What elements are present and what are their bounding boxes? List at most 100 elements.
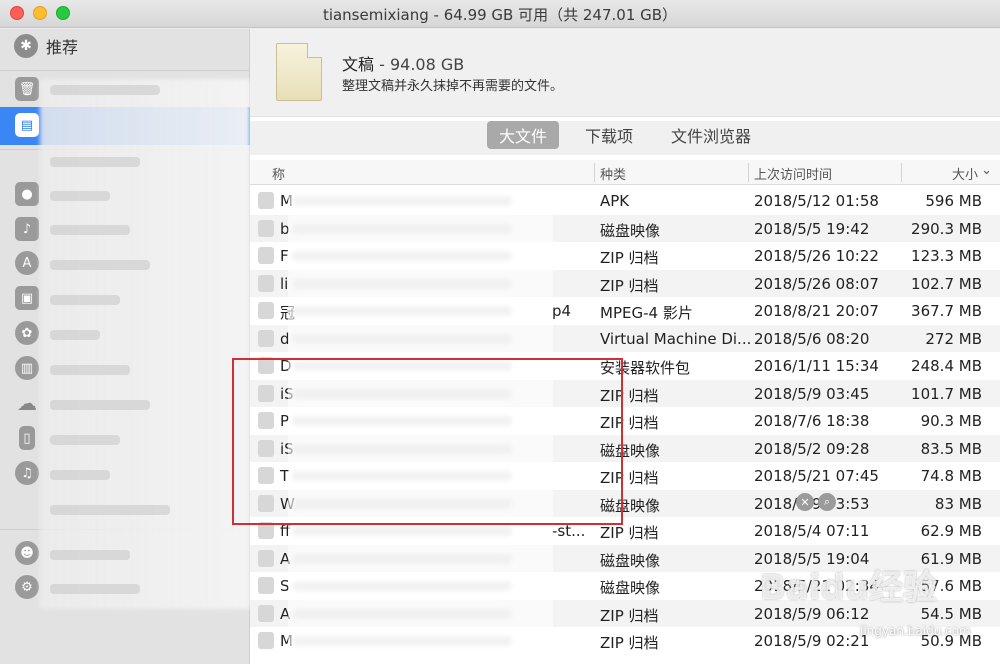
file-icon — [258, 632, 274, 649]
photo-booth-icon[interactable]: ▣ — [15, 286, 39, 310]
document-file-icon — [276, 43, 322, 101]
category-size: - 94.08 GB — [374, 55, 465, 74]
messages-icon[interactable]: ● — [15, 182, 39, 206]
ios-device-icon[interactable]: ▯ — [19, 426, 35, 450]
blurred-label — [50, 470, 110, 480]
title-bar: tiansemixiang - 64.99 GB 可用（共 247.01 GB） — [0, 0, 1000, 28]
blurred-label — [50, 295, 120, 305]
file-last-accessed: 2018/5/4 07:11 — [754, 522, 870, 540]
file-size: 290.3 MB — [911, 219, 982, 238]
file-kind: ZIP 归档 — [600, 606, 659, 625]
category-name: 文稿 — [342, 55, 375, 74]
blurred-label — [50, 225, 130, 235]
file-last-accessed: 2018/7/6 18:38 — [754, 412, 870, 430]
blurred-label — [50, 365, 130, 375]
sidebar-item-label: 推荐 — [46, 38, 79, 57]
window-title: tiansemixiang - 64.99 GB 可用（共 247.01 GB） — [322, 6, 678, 24]
file-size: 596 MB — [925, 192, 982, 210]
column-separator[interactable] — [594, 163, 595, 182]
blurred-label — [50, 435, 120, 445]
trash-icon[interactable]: 🗑 — [15, 77, 39, 101]
file-last-accessed: 2018/5/21 07:45 — [754, 467, 879, 485]
file-kind: Virtual Machine Di... — [600, 329, 752, 348]
file-kind: 磁盘映像 — [600, 579, 661, 597]
users-icon[interactable]: ☻ — [15, 541, 39, 565]
column-separator[interactable] — [748, 163, 749, 182]
file-size: 248.4 MB — [911, 357, 982, 375]
sidebar-divider — [0, 70, 250, 71]
table-header: 称 种类 上次访问时间 大小 ⌄ — [250, 160, 1000, 185]
blurred-label — [50, 505, 170, 515]
tab-file-browser[interactable]: 文件浏览器 — [659, 121, 763, 149]
app-store-icon[interactable]: A — [15, 251, 39, 275]
tab-large-files[interactable]: 大文件 — [486, 121, 559, 149]
file-icon — [258, 329, 274, 347]
file-size: 62.9 MB — [920, 522, 982, 540]
icloud-icon[interactable]: ☁ — [15, 391, 39, 415]
file-size: 367.7 MB — [911, 302, 982, 320]
blurred-label — [50, 157, 140, 167]
watermark-logo: Baidu经验 — [760, 568, 938, 608]
file-last-accessed: 2018/5/5 19:42 — [754, 219, 870, 238]
file-size: 90.3 MB — [920, 412, 982, 430]
column-type[interactable]: 种类 — [600, 164, 626, 183]
blurred-label — [50, 191, 110, 201]
blurred-label — [50, 260, 150, 270]
column-size[interactable]: 大小 — [952, 164, 978, 183]
file-kind: MPEG-4 影片 — [600, 304, 693, 322]
column-name[interactable]: 称 — [272, 164, 285, 183]
column-last-accessed[interactable]: 上次访问时间 — [754, 164, 832, 183]
file-size: 102.7 MB — [911, 274, 982, 293]
file-last-accessed: 2016/1/11 15:34 — [754, 357, 879, 375]
file-name-suffix: p4 — [552, 302, 572, 320]
file-size: 123.3 MB — [911, 247, 982, 265]
lightbulb-icon: ✱ — [14, 34, 38, 58]
file-size: 101.7 MB — [911, 384, 982, 403]
file-last-accessed: 2018/5/9 02:21 — [754, 632, 870, 650]
file-icon — [258, 274, 274, 292]
books-icon[interactable]: ▥ — [15, 356, 39, 380]
file-last-accessed: 2018/5/6 08:20 — [754, 329, 870, 348]
category-description: 整理文稿并永久抹掉不再需要的文件。 — [342, 79, 564, 94]
file-last-accessed: 2018/8/21 20:07 — [754, 302, 879, 320]
reveal-in-finder-icon[interactable]: ⌕ — [818, 493, 836, 511]
file-icon — [258, 247, 274, 264]
system-icon[interactable]: ⚙ — [15, 575, 39, 599]
blurred-label — [50, 85, 160, 95]
file-kind: ZIP 归档 — [600, 524, 659, 542]
tab-downloads[interactable]: 下载项 — [573, 121, 645, 149]
view-tabs: 大文件 下载项 文件浏览器 — [250, 121, 1000, 155]
file-kind: 磁盘映像 — [600, 551, 661, 570]
file-size: 83.5 MB — [920, 439, 982, 458]
blurred-label — [50, 330, 100, 340]
column-separator[interactable] — [901, 163, 902, 182]
watermark-url: jingyan.baidu.com — [860, 624, 971, 638]
file-last-accessed: 2018/5/12 01:58 — [754, 192, 879, 210]
file-last-accessed: 2018/5/9 03:45 — [754, 384, 870, 403]
file-icon — [258, 604, 274, 622]
chevron-down-icon[interactable]: ⌄ — [981, 163, 992, 178]
file-icon — [258, 219, 274, 237]
sidebar-item-recommend[interactable]: ✱ 推荐 — [14, 34, 78, 58]
file-icon — [258, 549, 274, 567]
file-size: 74.8 MB — [920, 467, 982, 485]
music-creation-icon[interactable]: ♪ — [15, 217, 39, 241]
file-icon — [258, 192, 274, 209]
delete-icon[interactable]: ✕ — [796, 493, 814, 511]
itunes-icon[interactable]: ♫ — [15, 461, 39, 485]
highlight-annotation-box — [232, 358, 623, 525]
photos-icon[interactable]: ✿ — [15, 321, 39, 345]
document-icon[interactable]: ▤ — [15, 113, 39, 137]
file-size: 272 MB — [925, 329, 982, 348]
file-icon — [258, 302, 274, 319]
file-kind: 磁盘映像 — [600, 221, 661, 240]
file-kind: ZIP 归档 — [600, 249, 659, 267]
file-size: 83 MB — [934, 494, 982, 513]
file-kind: ZIP 归档 — [600, 276, 659, 295]
file-kind: APK — [600, 192, 630, 210]
sidebar: ✱ 推荐 🗑 ▤ ● ♪ A ▣ ✿ ▥ ☁ ▯ ♫ ☻ ⚙ — [0, 29, 250, 664]
file-last-accessed: 2018/5/2 09:28 — [754, 439, 870, 458]
file-kind: ZIP 归档 — [600, 634, 659, 652]
category-header: 文稿 - 94.08 GB 整理文稿并永久抹掉不再需要的文件。 — [250, 29, 1000, 117]
category-title: 文稿 - 94.08 GB — [342, 51, 464, 75]
